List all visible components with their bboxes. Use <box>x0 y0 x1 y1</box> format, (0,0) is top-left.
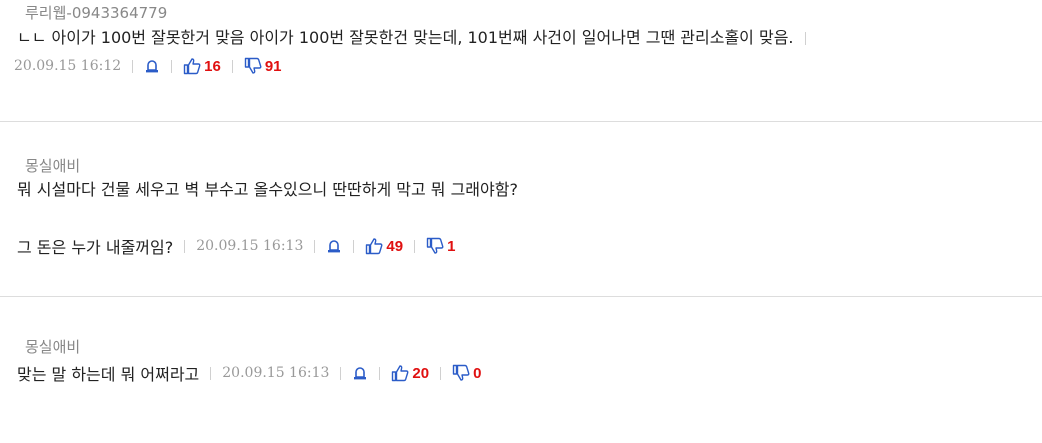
comment-text: ㄴㄴ 아이가 100번 잘못한거 맞음 아이가 100번 잘못한건 맞는데, 1… <box>17 28 794 47</box>
dislike-button[interactable]: 1 <box>426 237 455 255</box>
report-icon[interactable] <box>144 59 160 74</box>
thumbs-down-icon <box>244 57 262 75</box>
thumbs-up-icon <box>183 57 201 75</box>
like-button[interactable]: 49 <box>365 237 403 255</box>
like-button[interactable]: 16 <box>183 57 221 75</box>
dislike-button[interactable]: 91 <box>244 57 282 75</box>
dislike-count: 0 <box>473 364 482 382</box>
thumbs-up-icon <box>391 364 409 382</box>
comment-meta: 그 돈은 누가 내줄꺼임? 20.09.15 16:13 49 1 <box>17 236 455 258</box>
comment-date: 20.09.15 16:13 <box>196 238 304 254</box>
like-count: 16 <box>204 57 221 75</box>
separator <box>804 32 806 45</box>
report-icon[interactable] <box>352 366 368 381</box>
separator <box>440 366 442 380</box>
separator <box>414 239 416 253</box>
comment-item: 루리웹-0943364779 ㄴㄴ 아이가 100번 잘못한거 맞음 아이가 1… <box>0 0 1042 121</box>
comment-author[interactable]: 몽실애비 <box>25 336 80 357</box>
separator <box>379 366 381 380</box>
separator <box>340 366 342 380</box>
separator <box>171 59 173 73</box>
separator <box>231 59 233 73</box>
separator <box>184 239 186 253</box>
comment-meta: 맞는 말 하는데 뭐 어쩌라고 20.09.15 16:13 20 0 <box>17 363 481 385</box>
like-count: 20 <box>412 364 430 382</box>
dislike-count: 91 <box>264 57 282 75</box>
comment-text: 맞는 말 하는데 뭐 어쩌라고 <box>17 365 200 384</box>
like-count: 49 <box>386 237 404 255</box>
comment-item: 몽실애비 맞는 말 하는데 뭐 어쩌라고 20.09.15 16:13 20 0 <box>0 296 1042 443</box>
comment-text: 뭐 시설마다 건물 세우고 벽 부수고 올수있으니 딴딴하게 막고 뭐 그래야함… <box>17 180 518 199</box>
separator <box>353 239 355 253</box>
dislike-button[interactable]: 0 <box>452 364 481 382</box>
separator <box>210 366 212 380</box>
thumbs-up-icon <box>365 237 383 255</box>
comment-text-row: ㄴㄴ 아이가 100번 잘못한거 맞음 아이가 100번 잘못한건 맞는데, 1… <box>17 28 817 48</box>
separator <box>132 59 134 73</box>
report-icon[interactable] <box>326 239 342 254</box>
thumbs-down-icon <box>426 237 444 255</box>
comment-meta: 20.09.15 16:12 16 91 <box>14 56 282 76</box>
comment-date: 20.09.15 16:12 <box>14 58 122 74</box>
comment-text-line-2: 그 돈은 누가 내줄꺼임? <box>17 238 174 257</box>
thumbs-down-icon <box>452 364 470 382</box>
comment-author[interactable]: 루리웹-0943364779 <box>25 2 167 23</box>
comment-item: 몽실애비 뭐 시설마다 건물 세우고 벽 부수고 올수있으니 딴딴하게 막고 뭐… <box>0 121 1042 296</box>
comment-author[interactable]: 몽실애비 <box>25 155 80 176</box>
dislike-count: 1 <box>447 237 456 255</box>
like-button[interactable]: 20 <box>391 364 429 382</box>
comment-date: 20.09.15 16:13 <box>222 365 330 381</box>
separator <box>314 239 316 253</box>
